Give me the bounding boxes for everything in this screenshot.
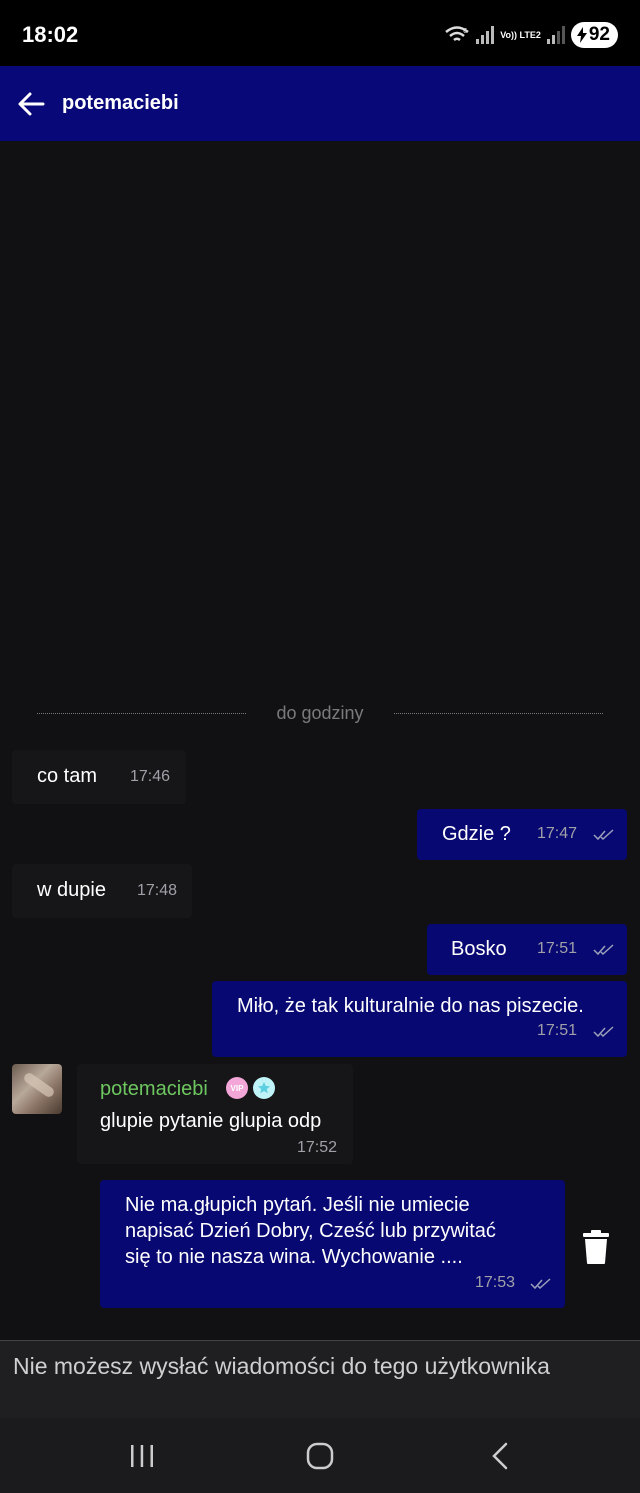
vip-badge-icon: VIP — [226, 1077, 248, 1099]
message-incoming[interactable]: potemaciebi VIP glupie pytanie glupia od… — [77, 1064, 353, 1164]
status-bar: 18:02 6 Vo)) LTE2 92 — [0, 0, 640, 66]
svg-text:6: 6 — [463, 27, 468, 35]
trash-icon[interactable] — [580, 1229, 612, 1265]
message-text-line: się to nie nasza wina. Wychowanie .... — [125, 1246, 463, 1268]
chat-area[interactable]: do godziny co tam 17:46 Gdzie ? 17:47 w … — [0, 141, 640, 1340]
battery-charging-icon — [576, 27, 587, 43]
message-time: 17:53 — [475, 1274, 516, 1291]
signal-icon — [476, 26, 495, 44]
read-receipt-icon — [530, 1278, 551, 1290]
battery-level: 92 — [588, 24, 610, 45]
message-outgoing[interactable]: Bosko 17:51 — [427, 924, 627, 975]
message-outgoing[interactable]: Miło, że tak kulturalnie do nas piszecie… — [212, 981, 627, 1057]
message-text-line: napisać Dzień Dobry, Cześć lub przywitać — [125, 1220, 496, 1242]
message-text: Gdzie ? — [442, 823, 511, 845]
message-time: 17:51 — [537, 1022, 578, 1039]
message-outgoing[interactable]: Nie ma.głupich pytań. Jeśli nie umiecie … — [100, 1180, 565, 1308]
message-time: 17:51 — [537, 940, 578, 957]
message-outgoing[interactable]: Gdzie ? 17:47 — [417, 809, 627, 860]
message-text: co tam — [37, 765, 98, 787]
message-text: Miło, że tak kulturalnie do nas piszecie… — [237, 995, 584, 1017]
status-time: 18:02 — [22, 22, 79, 47]
read-receipt-icon — [593, 1026, 614, 1038]
sender-avatar[interactable] — [12, 1064, 62, 1114]
read-receipt-icon — [593, 829, 614, 841]
message-text-line: Nie ma.głupich pytań. Jeśli nie umiecie — [125, 1194, 470, 1216]
time-divider: do godziny — [37, 701, 603, 725]
status-icons: 6 Vo)) LTE2 92 — [444, 20, 618, 50]
arrow-left-icon — [18, 92, 45, 115]
system-nav-bar — [0, 1418, 640, 1493]
back-nav-button[interactable] — [470, 1436, 530, 1476]
signal-icon-2 — [546, 26, 565, 44]
star-badge-icon — [253, 1077, 275, 1099]
app-header: potemaciebi — [0, 66, 640, 141]
message-text: Bosko — [451, 938, 507, 960]
message-text: w dupie — [37, 879, 106, 901]
message-incoming[interactable]: co tam 17:46 — [12, 750, 186, 804]
recent-apps-button[interactable] — [112, 1436, 172, 1476]
recent-apps-icon — [131, 1445, 153, 1467]
read-receipt-icon — [593, 944, 614, 956]
home-icon — [306, 1442, 334, 1470]
wifi-icon: 6 — [445, 26, 469, 42]
message-time: 17:48 — [137, 882, 178, 899]
star-icon — [258, 1082, 270, 1094]
conversation-title[interactable]: potemaciebi — [62, 92, 179, 115]
message-text: glupie pytanie glupia odp — [100, 1110, 322, 1132]
back-button[interactable] — [0, 66, 62, 141]
home-button[interactable] — [290, 1436, 350, 1476]
volte-icon: Vo)) LTE2 — [500, 29, 541, 40]
message-time: 17:52 — [297, 1139, 338, 1156]
message-time: 17:46 — [130, 768, 171, 785]
cannot-send-notice: Nie możesz wysłać wiadomości do tego uży… — [0, 1340, 640, 1418]
battery-indicator: 92 — [570, 22, 618, 48]
back-icon — [492, 1442, 508, 1470]
sender-name[interactable]: potemaciebi — [100, 1078, 208, 1101]
message-time: 17:47 — [537, 825, 578, 842]
message-incoming[interactable]: w dupie 17:48 — [12, 864, 192, 918]
notice-text: Nie możesz wysłać wiadomości do tego uży… — [13, 1353, 550, 1379]
